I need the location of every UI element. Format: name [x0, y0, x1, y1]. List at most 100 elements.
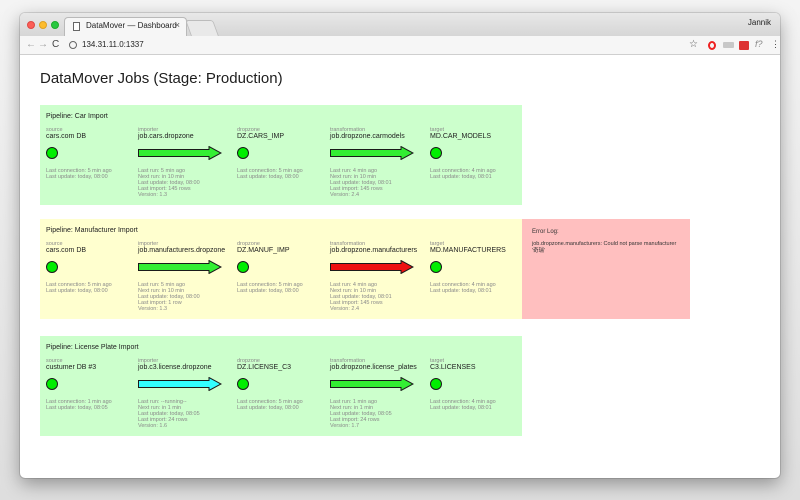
status-dot-icon[interactable]	[46, 261, 58, 273]
stage-stats: Last connection: 1 min ago Last update: t…	[46, 399, 112, 411]
stage-stats: Last connection: 4 min ago Last update: t…	[430, 399, 496, 411]
stat-line: Version: 2.4	[330, 306, 360, 312]
extension-icon[interactable]	[723, 42, 734, 48]
stage-name[interactable]: job.c3.license.dropzone	[138, 364, 212, 371]
stage-name[interactable]: cars.com DB	[46, 133, 86, 140]
browser-window: DataMover — Dashboard × Jannik ← → C 134…	[20, 13, 780, 478]
stage-transformation: transformation job.dropzone.carmodels Last…	[330, 127, 430, 203]
stage-stats: Last run: 5 min ago Next run: in 10 min La…	[138, 282, 200, 312]
stage-importer: importer job.c3.license.dropzone Last run:…	[138, 358, 238, 434]
stage-name[interactable]: C3.LICENSES	[430, 364, 476, 371]
stage-dropzone: dropzone DZ.MANUF_IMP Last connection: 5 m…	[237, 241, 337, 317]
stage-stats: Last connection: 5 min ago Last update: t…	[237, 399, 303, 411]
stat-line: Version: 1.3	[138, 192, 168, 198]
error-log-message: job.dropzone.manufacturers: Could not pa…	[532, 241, 677, 254]
stage-stats: Last connection: 5 min ago Last update: t…	[237, 168, 303, 180]
stage-target: target MD.MANUFACTURERS Last connection: 4…	[430, 241, 530, 317]
profile-name[interactable]: Jannik	[748, 18, 771, 27]
back-button[interactable]: ←	[26, 39, 36, 50]
new-tab-button[interactable]	[185, 20, 219, 36]
pdf-extension-icon[interactable]	[739, 41, 749, 50]
stage-stats: Last connection: 5 min ago Last update: t…	[46, 168, 112, 180]
stage-name[interactable]: job.dropzone.manufacturers	[330, 247, 417, 254]
stage-name[interactable]: MD.CAR_MODELS	[430, 133, 491, 140]
pipeline-panel: Pipeline: Car Import source cars.com DB Las…	[40, 105, 522, 205]
bookmark-star-icon[interactable]: ☆	[689, 39, 698, 50]
stage-name[interactable]: job.dropzone.license_plates	[330, 364, 417, 371]
stat-line: Last update: today, 08:00	[237, 405, 299, 411]
pipeline-title: Pipeline: Car Import	[46, 113, 108, 120]
pipeline-title: Pipeline: Manufacturer Import	[46, 227, 138, 234]
status-dot-icon[interactable]	[237, 261, 249, 273]
document-icon	[73, 22, 80, 31]
stage-importer: importer job.cars.dropzone Last run: 5 min…	[138, 127, 238, 203]
stage-dropzone: dropzone DZ.LICENSE_C3 Last connection: 5 …	[237, 358, 337, 434]
status-arrow-icon[interactable]	[330, 260, 414, 274]
stat-line: Last update: today, 08:01	[430, 405, 492, 411]
error-log-title: Error Log:	[532, 229, 559, 235]
stat-line: Last update: today, 08:00	[46, 288, 108, 294]
reload-button[interactable]: C	[52, 39, 59, 50]
stage-source: source custumer DB #3 Last connection: 1 m…	[46, 358, 146, 434]
stage-name[interactable]: DZ.LICENSE_C3	[237, 364, 291, 371]
status-dot-icon[interactable]	[237, 378, 249, 390]
tab-dashboard[interactable]: DataMover — Dashboard ×	[64, 17, 187, 36]
stat-line: Last update: today, 08:00	[237, 288, 299, 294]
stage-stats: Last run: 4 min ago Next run: in 10 min La…	[330, 282, 392, 312]
stage-dropzone: dropzone DZ.CARS_IMP Last connection: 5 mi…	[237, 127, 337, 203]
stat-line: Last update: today, 08:01	[430, 288, 492, 294]
stage-name[interactable]: DZ.CARS_IMP	[237, 133, 284, 140]
forward-button[interactable]: →	[38, 39, 48, 50]
stage-source: source cars.com DB Last connection: 5 min …	[46, 241, 146, 317]
status-arrow-icon[interactable]	[330, 146, 414, 160]
status-dot-icon[interactable]	[237, 147, 249, 159]
stage-name[interactable]: DZ.MANUF_IMP	[237, 247, 290, 254]
stat-line: Last update: today, 08:05	[46, 405, 108, 411]
stage-target: target MD.CAR_MODELS Last connection: 4 mi…	[430, 127, 530, 203]
tab-title: DataMover — Dashboard	[86, 21, 177, 30]
minimize-window-button[interactable]	[39, 21, 47, 29]
status-dot-icon[interactable]	[46, 378, 58, 390]
stage-name[interactable]: job.dropzone.carmodels	[330, 133, 405, 140]
stage-stats: Last connection: 4 min ago Last update: t…	[430, 168, 496, 180]
function-extension-icon[interactable]: f?	[755, 39, 763, 49]
stage-name[interactable]: cars.com DB	[46, 247, 86, 254]
stage-name[interactable]: custumer DB #3	[46, 364, 96, 371]
stage-importer: importer job.manufacturers.dropzone Last r…	[138, 241, 238, 317]
tab-close-icon[interactable]: ×	[175, 20, 180, 30]
status-arrow-icon[interactable]	[138, 146, 222, 160]
stage-target: target C3.LICENSES Last connection: 4 min …	[430, 358, 530, 434]
pipeline-title: Pipeline: License Plate Import	[46, 344, 139, 351]
stage-name[interactable]: MD.MANUFACTURERS	[430, 247, 506, 254]
status-dot-icon[interactable]	[430, 147, 442, 159]
stat-line: Last update: today, 08:00	[237, 174, 299, 180]
info-icon[interactable]	[69, 41, 77, 49]
stat-line: Version: 1.7	[330, 423, 360, 429]
status-dot-icon[interactable]	[46, 147, 58, 159]
browser-menu-icon[interactable]: ⋮	[771, 39, 780, 50]
stat-line: Version: 2.4	[330, 192, 360, 198]
pipeline-panel: Pipeline: Manufacturer Import source cars.…	[40, 219, 522, 319]
status-dot-icon[interactable]	[430, 378, 442, 390]
status-dot-icon[interactable]	[430, 261, 442, 273]
stage-stats: Last connection: 5 min ago Last update: t…	[46, 282, 112, 294]
page-title: DataMover Jobs (Stage: Production)	[40, 70, 283, 87]
stage-stats: Last run: 4 min ago Next run: in 10 min La…	[330, 168, 392, 198]
status-arrow-icon[interactable]	[138, 260, 222, 274]
pipeline-panel: Pipeline: License Plate Import source cust…	[40, 336, 522, 436]
stage-name[interactable]: job.manufacturers.dropzone	[138, 247, 225, 254]
status-arrow-icon[interactable]	[138, 377, 222, 391]
title-bar: DataMover — Dashboard × Jannik	[20, 13, 780, 36]
stage-stats: Last run: --running-- Next run: in 1 min L…	[138, 399, 200, 429]
stage-transformation: transformation job.dropzone.license_plate…	[330, 358, 430, 434]
stage-stats: Last run: 1 min ago Next run: in 1 min Las…	[330, 399, 392, 429]
stage-stats: Last connection: 4 min ago Last update: t…	[430, 282, 496, 294]
opera-extension-icon[interactable]	[708, 41, 716, 50]
close-window-button[interactable]	[27, 21, 35, 29]
stat-line: Last update: today, 08:00	[46, 174, 108, 180]
browser-toolbar: ← → C 134.31.11.0:1337 ☆ f? ⋮	[20, 36, 780, 55]
stage-name[interactable]: job.cars.dropzone	[138, 133, 194, 140]
address-bar[interactable]: 134.31.11.0:1337	[82, 40, 144, 49]
maximize-window-button[interactable]	[51, 21, 59, 29]
status-arrow-icon[interactable]	[330, 377, 414, 391]
